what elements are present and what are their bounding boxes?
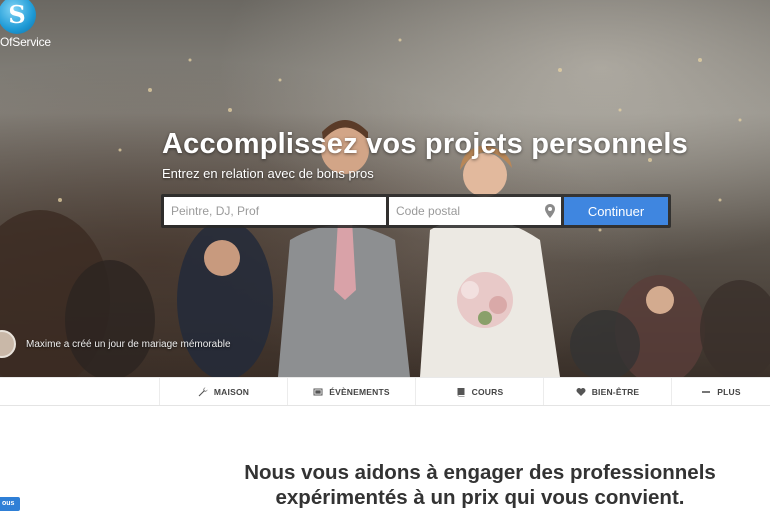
testimonial-text: Maxime a créé un jour de mariage mémorab… <box>26 338 231 350</box>
logo-badge-icon: S <box>0 0 36 34</box>
value-proposition-heading: Nous vous aidons à engager des professio… <box>150 460 770 510</box>
testimonial-avatar[interactable] <box>0 330 16 358</box>
category-label: COURS <box>471 386 504 397</box>
logo-letter: S <box>8 0 26 29</box>
category-bien-etre[interactable]: BIEN-ÊTRE <box>544 378 672 405</box>
category-nav: MAISON ÉVÈNEMENTS COURS BIEN-ÊTRE PLUS <box>0 377 770 406</box>
heart-icon <box>576 387 586 396</box>
photo-icon <box>313 388 323 395</box>
postal-code-input[interactable] <box>389 197 561 225</box>
continue-button[interactable]: Continuer <box>564 197 668 225</box>
heading-line-2: expérimentés à un prix qui vous convient… <box>275 486 685 509</box>
category-evenements[interactable]: ÉVÈNEMENTS <box>288 378 416 405</box>
category-label: PLUS <box>717 386 741 397</box>
hero-banner: S OfService Accomplissez vos projets per… <box>0 0 770 377</box>
category-nav-spacer <box>0 378 160 405</box>
category-cours[interactable]: COURS <box>416 378 544 405</box>
book-icon <box>457 387 465 396</box>
location-pin-icon[interactable] <box>545 204 555 218</box>
category-label: MAISON <box>213 386 250 397</box>
brand-name: OfService <box>0 35 51 49</box>
job-search-input[interactable] <box>164 197 386 225</box>
wrench-icon <box>198 387 208 396</box>
minus-icon <box>702 390 711 393</box>
wedding-photo-background <box>0 38 770 377</box>
hero-title: Accomplissez vos projets personnels <box>162 128 688 160</box>
testimonial-caption: Maxime a créé un jour de mariage mémorab… <box>0 330 231 358</box>
brand-logo[interactable]: S OfService <box>0 0 51 49</box>
category-maison[interactable]: MAISON <box>160 378 288 405</box>
category-label: ÉVÈNEMENTS <box>329 386 390 397</box>
heading-line-1: Nous vous aidons à engager des professio… <box>244 461 716 484</box>
category-label: BIEN-ÊTRE <box>591 386 640 397</box>
postal-field-wrapper <box>389 197 561 225</box>
search-bar: Continuer <box>161 194 671 228</box>
floating-badge[interactable]: ous <box>0 497 21 511</box>
hero-subtitle: Entrez en relation avec de bons pros <box>162 166 374 181</box>
category-plus[interactable]: PLUS <box>672 378 770 405</box>
